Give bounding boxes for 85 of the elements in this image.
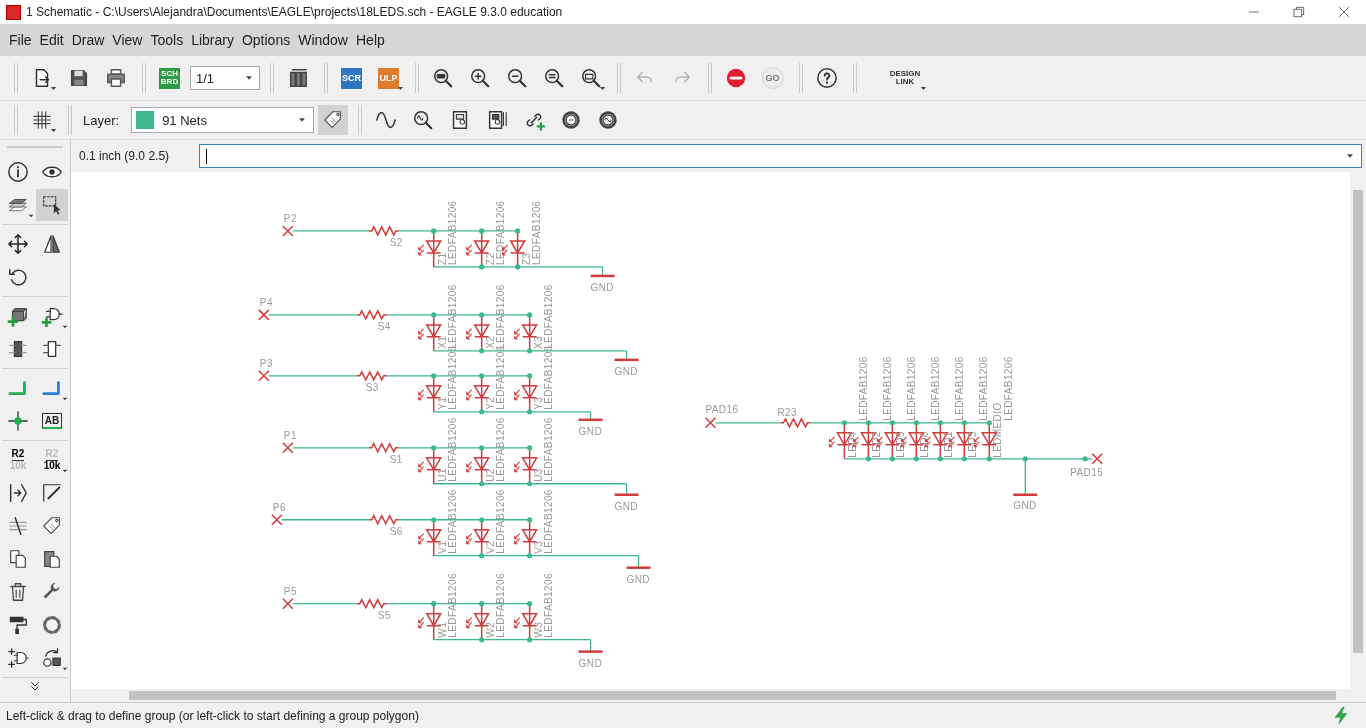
led-name-label: V1 [436,540,448,554]
led-name-label: X2 [484,335,496,349]
tool-button[interactable]: AB [36,405,68,437]
led-value-label: LEDFAB1206 [930,356,942,421]
window-title: 1 Schematic - C:\Users\Alejandra\Documents\EAGLE\projects\18LEDS.sch - EAGLE 9.3.0 education [26,5,564,19]
led-name-label: Y2 [484,396,496,410]
led-name-label: X1 [436,335,448,349]
menu-item[interactable]: Help [352,32,389,48]
ground-label: GND [614,500,638,512]
pin-label: PAD16 [705,403,739,415]
led-value-label: LEDFAB1206 [446,200,458,265]
led-value-label: LEDFAB1206 [882,356,894,421]
led-name-label: U2 [484,468,496,482]
led-name-label: LED4 [847,431,859,458]
pin-label: P2 [283,212,297,224]
menu-item[interactable]: View [108,32,147,48]
led-value-label: LEDFAB1206 [446,573,458,638]
layer-label: Layer: [83,112,120,128]
led-name-label: Z1 [436,252,448,265]
led-name-label: X3 [532,335,544,349]
grid-reading: 0.1 inch (9.0 2.5) [79,149,171,163]
led-name-label: W1 [436,621,448,638]
led-name-label: W2 [484,621,496,638]
led-value-label: LEDFAB1206 [1003,356,1015,421]
resistor-label: S1 [389,453,403,465]
led-value-label: LEDFAB1206 [858,356,870,421]
led-value-label: LEDFAB1206 [494,417,506,482]
menu-item[interactable]: Window [294,32,352,48]
menu-item[interactable]: Options [237,32,295,48]
resistor-label: S5 [377,609,391,621]
led-value-label: LEDFAB1206 [530,200,542,265]
led-name-label: V2 [484,540,496,554]
led-value-label: LEDFAB1206 [906,356,918,421]
pin-label: P4 [259,296,273,308]
led-value-label: LEDFAB1206 [542,489,554,554]
resistor-label: S2 [389,236,403,248]
resistor-label: S4 [377,320,391,332]
led-value-label: LEDFAB1206 [542,417,554,482]
status-message: Left-click & drag to define group (or left-click to start defining a group polygon) [6,708,420,723]
led-name-label: Z3 [520,252,532,265]
ground-label: GND [590,281,614,293]
led-name-label: W3 [532,621,544,638]
led-name-label: LED5 [895,431,907,458]
led-value-label: LEDFAB1206 [494,489,506,554]
menu-item[interactable]: File [5,32,36,48]
led-name-label: LED6 [919,431,931,458]
led-value-label: LEDFAB1206 [446,489,458,554]
led-value-label: LEDFAB1206 [446,417,458,482]
led-value-label: LEDFAB1206 [978,356,990,421]
pin-label: PAD15 [1070,466,1104,478]
led-name-label: V3 [532,540,544,554]
page-select[interactable]: 1/1 [190,66,260,90]
ground-label: GND [614,365,638,377]
toolbar-button[interactable]: SCR [335,61,368,95]
pin-label: P5 [283,585,297,597]
pin-label: P6 [272,501,286,513]
ground-label: GND [578,425,602,437]
menu-item[interactable]: Edit [35,32,68,48]
resistor-label: S3 [365,381,379,393]
menu-item[interactable]: Draw [67,32,109,48]
led-name-label: Y3 [532,396,544,410]
ground-label: GND [1013,499,1037,511]
resistor-label: S6 [389,525,403,537]
led-name-label: U1 [436,468,448,482]
pin-label: P3 [259,357,273,369]
toolbar-button[interactable]: SCH BRD [153,61,186,95]
menu-item[interactable]: Tools [146,32,188,48]
ground-label: GND [626,573,650,585]
led-value-label: LEDFAB1206 [542,573,554,638]
led-value-label: LEDFAB1206 [954,356,966,421]
pin-label: P1 [283,429,297,441]
resistor-label: R23 [777,406,797,418]
menu-item[interactable]: Library [187,32,238,48]
led-name-label: LED1 [943,431,955,458]
led-name-label: Y1 [436,396,448,410]
led-name-label: LED3 [967,431,979,458]
led-value-label: LEDFAB1206 [494,573,506,638]
led-value-label: LEDFAB1206 [494,200,506,265]
ground-label: GND [578,657,602,669]
toolbar-button[interactable]: DESIGN LINK [864,61,928,95]
led-name-label: Z2 [484,252,496,265]
layer-select[interactable]: 91 Nets [131,107,315,133]
led-name-label: LEDMEDIO [992,402,1004,458]
led-name-label: LED2 [871,431,883,458]
led-name-label: U3 [532,468,544,482]
